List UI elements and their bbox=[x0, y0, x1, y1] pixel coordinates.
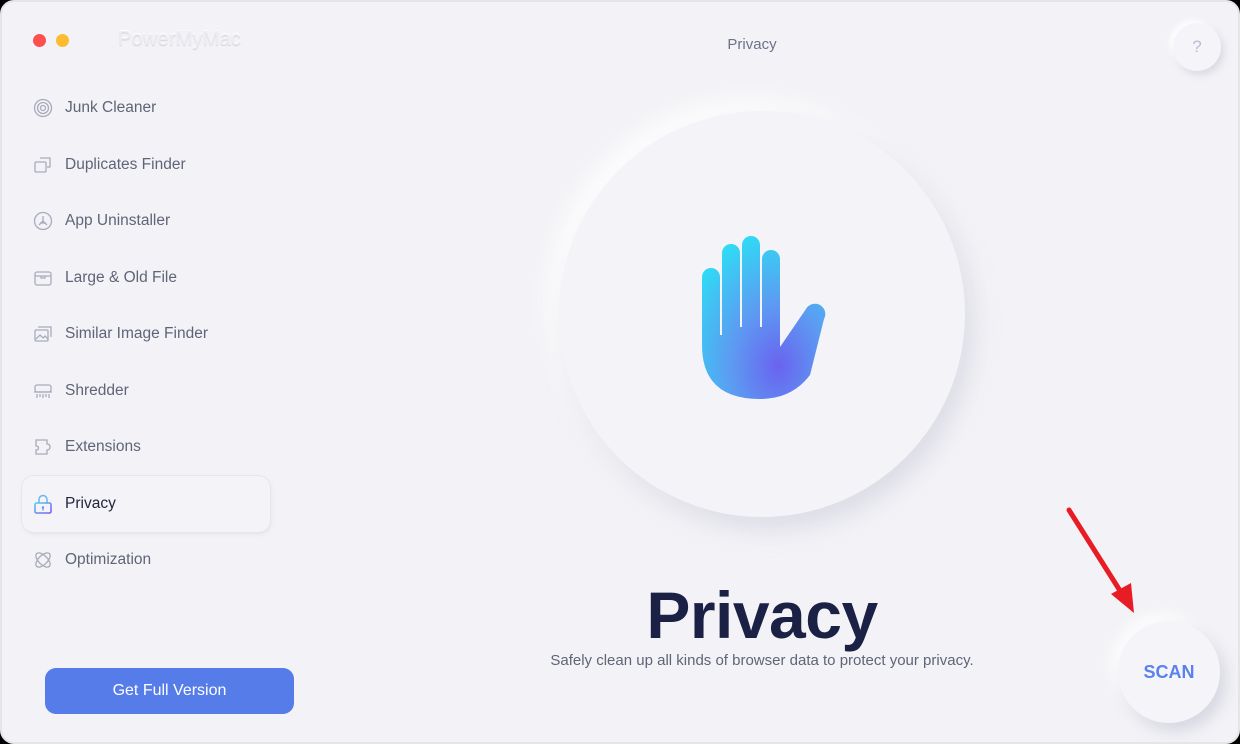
app-window: PowerMyMac Privacy ? Junk Cleaner Duplic… bbox=[0, 0, 1240, 744]
sidebar-item-label: Large & Old File bbox=[65, 268, 177, 286]
lock-icon bbox=[32, 493, 54, 515]
app-name: PowerMyMac bbox=[118, 28, 242, 50]
image-icon bbox=[32, 323, 54, 345]
app-uninstaller-icon bbox=[32, 210, 54, 232]
raised-hand-icon bbox=[702, 236, 826, 399]
get-full-version-button[interactable]: Get Full Version bbox=[45, 668, 294, 714]
question-mark-icon: ? bbox=[1192, 37, 1202, 56]
help-button[interactable]: ? bbox=[1173, 23, 1221, 71]
hero-title: Privacy bbox=[646, 578, 878, 652]
page-header-title: Privacy bbox=[727, 36, 777, 53]
scan-button[interactable]: SCAN bbox=[1118, 621, 1220, 723]
sidebar-item-duplicates-finder[interactable]: Duplicates Finder bbox=[22, 137, 272, 193]
sidebar-item-junk-cleaner[interactable]: Junk Cleaner bbox=[22, 80, 272, 136]
sidebar-item-privacy[interactable]: Privacy bbox=[22, 475, 270, 532]
hero-description: Safely clean up all kinds of browser dat… bbox=[550, 652, 974, 669]
sidebar-item-label: Junk Cleaner bbox=[65, 99, 157, 116]
sidebar-item-label: Extensions bbox=[65, 438, 141, 455]
sidebar-item-app-uninstaller[interactable]: App Uninstaller bbox=[22, 193, 272, 249]
sidebar-item-large-old-file[interactable]: Large & Old File bbox=[22, 250, 272, 306]
sidebar-item-similar-image-finder[interactable]: Similar Image Finder bbox=[22, 306, 272, 362]
duplicates-icon bbox=[32, 154, 54, 176]
orbit-icon bbox=[32, 549, 54, 571]
sidebar-item-label: Optimization bbox=[65, 551, 152, 568]
sidebar-item-label: Similar Image Finder bbox=[65, 325, 208, 342]
sidebar-item-optimization[interactable]: Optimization bbox=[22, 532, 272, 588]
puzzle-icon bbox=[32, 436, 54, 458]
sidebar-item-label: Duplicates Finder bbox=[65, 155, 186, 173]
junk-cleaner-icon bbox=[32, 97, 54, 119]
sidebar-item-shredder[interactable]: Shredder bbox=[22, 363, 272, 419]
archive-box-icon bbox=[32, 267, 54, 289]
sidebar-item-label: Shredder bbox=[65, 381, 129, 399]
minimize-window-button[interactable] bbox=[56, 34, 69, 47]
sidebar-item-label: Privacy bbox=[65, 494, 116, 512]
close-window-button[interactable] bbox=[33, 34, 46, 47]
sidebar-item-extensions[interactable]: Extensions bbox=[22, 419, 272, 475]
shredder-icon bbox=[32, 380, 54, 402]
annotation-arrow-icon bbox=[1066, 507, 1134, 613]
sidebar-item-label: App Uninstaller bbox=[65, 212, 171, 229]
sidebar: Junk Cleaner Duplicates Finder App Unins… bbox=[22, 80, 272, 589]
